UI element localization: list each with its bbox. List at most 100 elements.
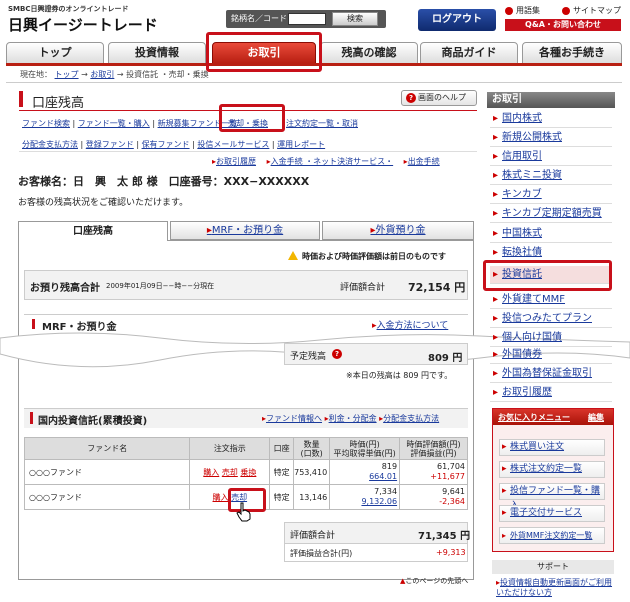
breadcrumb-top[interactable]: トップ bbox=[55, 70, 79, 79]
sum-label: 評価額合計 bbox=[290, 531, 336, 541]
tab-product-guide[interactable]: 商品ガイド bbox=[420, 42, 518, 64]
price-cell: 819 664.01 bbox=[329, 459, 401, 485]
help-icon[interactable]: ? bbox=[332, 349, 342, 359]
sum-value: 71,345 円 bbox=[418, 531, 471, 542]
breadcrumb-sep: → bbox=[116, 70, 124, 79]
glossary-link[interactable]: 用語集 bbox=[516, 5, 540, 16]
subtab-balance[interactable]: 口座残高 bbox=[18, 221, 168, 241]
page-top-label: このページの先頭へ bbox=[405, 577, 469, 585]
switch-link[interactable]: 乗換 bbox=[240, 468, 256, 477]
subnav-report[interactable]: 運用レポート bbox=[277, 140, 325, 149]
sidebar-item-ipo[interactable]: 新規公開株式 bbox=[490, 129, 612, 147]
search-button[interactable]: 検索 bbox=[332, 12, 378, 26]
fav-edit-link[interactable]: 編集 bbox=[588, 412, 604, 423]
fav-stock-orders[interactable]: 株式注文約定一覧 bbox=[499, 461, 605, 478]
tab-investment-info[interactable]: 投資情報 bbox=[108, 42, 206, 64]
sidebar-item-foreign-mmf[interactable]: 外貨建てMMF bbox=[490, 291, 612, 309]
buy-link[interactable]: 購入 bbox=[203, 468, 219, 477]
funds-links: ▸ファンド情報へ ▸利金・分配金 ▸分配金支払方法 bbox=[262, 414, 440, 423]
tab-top[interactable]: トップ bbox=[6, 42, 104, 64]
sidebar-item-fx[interactable]: 外国為替保証金取引 bbox=[490, 365, 612, 383]
account-type: 特定 bbox=[269, 484, 295, 510]
sidebar-item-domestic-stock[interactable]: 国内株式 bbox=[490, 110, 612, 128]
highlight-trading-tab bbox=[206, 32, 322, 72]
subnav-row2: 分配金支払方法 | 登録ファンド | 保有ファンド | 投信メールサービス | … bbox=[22, 140, 326, 149]
sidebar-item-jgb[interactable]: 個人向け国債 bbox=[490, 329, 612, 347]
glossary-icon bbox=[505, 7, 513, 15]
page-top-link[interactable]: ▲このページの先頭へ bbox=[400, 576, 468, 586]
subnav-held-fund[interactable]: 保有ファンド bbox=[142, 140, 190, 149]
link-interest[interactable]: 利金・分配金 bbox=[329, 414, 377, 423]
fav-fund-list[interactable]: 投信ファンド一覧・購入 bbox=[499, 483, 605, 511]
subnav-mail-service[interactable]: 投信メールサービス bbox=[197, 140, 269, 149]
sidebar-item-mini[interactable]: 株式ミニ投資 bbox=[490, 167, 612, 185]
search-label: 銘柄名／コード bbox=[231, 14, 287, 23]
col-header: 口座 bbox=[269, 437, 295, 460]
sidebar-item-foreign-bond[interactable]: 外国債券 bbox=[490, 346, 612, 364]
sidebar-item-margin[interactable]: 信用取引 bbox=[490, 148, 612, 166]
sidebar-item-kinkabu-regular[interactable]: キンカブ定期定額売買 bbox=[490, 205, 612, 223]
panel-top-line bbox=[168, 240, 474, 241]
price: 7,334 bbox=[374, 487, 398, 496]
qa-link[interactable]: Q&A・お問い合わせ bbox=[505, 19, 621, 31]
price-cell: 7,334 9,132.06 bbox=[329, 484, 401, 510]
value-cell: 9,641 -2,364 bbox=[399, 484, 468, 510]
sitemap-link[interactable]: サイトマップ bbox=[573, 5, 621, 16]
breadcrumb-trade[interactable]: お取引 bbox=[90, 70, 114, 79]
subtab-foreign-label: 外貨預り金 bbox=[375, 225, 426, 236]
breadcrumb-current: 投資信託 ・売却・乗換 bbox=[126, 70, 209, 79]
quantity: 753,410 bbox=[293, 459, 331, 485]
subnav-order-list[interactable]: 注文約定一覧・取消 bbox=[286, 118, 358, 129]
tab-procedures[interactable]: 各種お手続き bbox=[522, 42, 622, 64]
subnav-fund-search[interactable]: ファンド検索 bbox=[22, 119, 70, 128]
avg-price[interactable]: 9,132.06 bbox=[330, 497, 397, 507]
funds-marker bbox=[30, 412, 33, 424]
link-payment-method[interactable]: 分配金支払方法 bbox=[383, 414, 439, 423]
subnav-fund-list[interactable]: ファンド一覧・購入 bbox=[78, 119, 150, 128]
logout-button[interactable]: ログアウト bbox=[418, 9, 496, 31]
link-fund-info[interactable]: ファンド情報へ bbox=[266, 414, 322, 423]
quick-links: ▸お取引履歴 ▸入金手続 ・ネット決済サービス・ ▸出金手続 bbox=[212, 157, 440, 166]
search-input[interactable] bbox=[288, 13, 326, 25]
warning-icon bbox=[288, 251, 298, 260]
today-note: ※本日の残高は 809 円です。 bbox=[346, 371, 453, 380]
subnav-registered-fund[interactable]: 登録ファンド bbox=[86, 140, 134, 149]
sidebar-item-kinkabu[interactable]: キンカブ bbox=[490, 186, 612, 204]
sidebar-item-china-stock[interactable]: 中国株式 bbox=[490, 225, 612, 243]
col-header: 時価評価額(円) 評価損益(円) bbox=[399, 437, 468, 460]
brand-logo[interactable]: 日興イージートレード bbox=[8, 14, 158, 35]
fav-mmf-orders[interactable]: 外貨MMF注文約定一覧 bbox=[499, 527, 605, 544]
profit-loss: +11,677 bbox=[430, 472, 465, 481]
sidebar-item-tsumitate[interactable]: 投信つみたてプラン bbox=[490, 310, 612, 328]
subtab-foreign[interactable]: ▸外貨預り金 bbox=[322, 221, 474, 240]
col-header: 注文指示 bbox=[189, 437, 271, 460]
subnav-dividend-method[interactable]: 分配金支払方法 bbox=[22, 140, 78, 149]
link-deposit[interactable]: 入金手続 ・ネット決済サービス・ bbox=[271, 157, 394, 166]
account-type: 特定 bbox=[269, 459, 295, 485]
link-trade-history[interactable]: お取引履歴 bbox=[216, 157, 256, 166]
funds-title: 国内投資信託(累積投資) bbox=[38, 416, 148, 427]
fund-name: ○○○ファンド bbox=[23, 459, 191, 485]
link-withdraw[interactable]: 出金手続 bbox=[408, 157, 440, 166]
price: 819 bbox=[381, 462, 398, 471]
page-title: 口座残高 bbox=[32, 96, 85, 111]
col-header: 時価(円) 平均取得単価(円) bbox=[329, 437, 401, 460]
help-icon: ? bbox=[406, 93, 416, 103]
valuation-label: 評価額合計 bbox=[340, 283, 386, 293]
sidebar-item-history[interactable]: お取引履歴 bbox=[490, 384, 612, 402]
sell-link[interactable]: 売却 bbox=[222, 468, 238, 477]
subnav-row1: ファンド検索 | ファンド一覧・購入 | 新規募集ファンド一覧 bbox=[22, 119, 238, 128]
fav-stock-buy[interactable]: 株式買い注文 bbox=[499, 439, 605, 456]
subtab-mrf[interactable]: ▸MRF・お預り金 bbox=[170, 221, 320, 240]
valuation-value: 72,154 円 bbox=[408, 281, 466, 294]
help-button[interactable]: ? 画面のヘルプ bbox=[401, 90, 477, 106]
customer-info: お客様名：日 興 太 郎 様 口座番号：XXX−XXXXXX bbox=[18, 175, 310, 188]
total-label: お預り残高合計 bbox=[30, 283, 100, 294]
scheduled-value: 809 円 bbox=[428, 353, 463, 364]
fav-e-delivery[interactable]: 電子交付サービス bbox=[499, 505, 605, 522]
avg-price[interactable]: 664.01 bbox=[330, 472, 397, 482]
tab-balance[interactable]: 残高の確認 bbox=[320, 42, 418, 64]
buy-link[interactable]: 購入 bbox=[213, 493, 229, 502]
support-link[interactable]: ▸投資情報自動更新画面がご利用いただけない方 bbox=[496, 578, 614, 598]
highlight-sell-switch bbox=[219, 104, 285, 132]
